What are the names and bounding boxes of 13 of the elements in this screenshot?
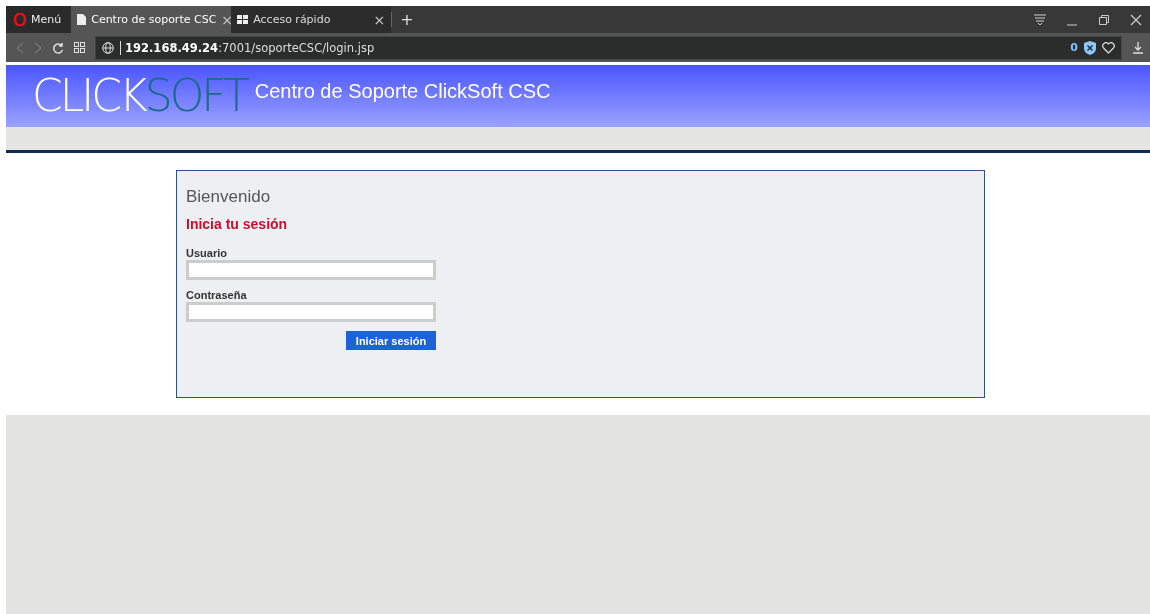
- field-label: Usuario: [186, 247, 228, 259]
- login-heading: Inicia tu sesión: [186, 216, 289, 232]
- new-tab-button[interactable]: +: [391, 12, 422, 27]
- logo: CLICKSOFT: [32, 74, 247, 118]
- site-title: Centro de Soporte ClickSoft CSC: [254, 79, 551, 103]
- address-bar[interactable]: 192.168.49.24:7001/soporteCSC/login.jsp 0: [95, 35, 1122, 60]
- login-button[interactable]: Iniciar sesión: [346, 331, 436, 350]
- menu-button[interactable]: Menú: [6, 6, 72, 33]
- browser-tab[interactable]: Acceso rápido ×: [231, 6, 392, 33]
- blocked-count: 0: [1070, 41, 1078, 54]
- browser-tab[interactable]: Centro de soporte CSC ×: [71, 6, 232, 33]
- welcome-text: Bienvenido: [186, 187, 272, 207]
- field-label: Contraseña: [186, 289, 248, 301]
